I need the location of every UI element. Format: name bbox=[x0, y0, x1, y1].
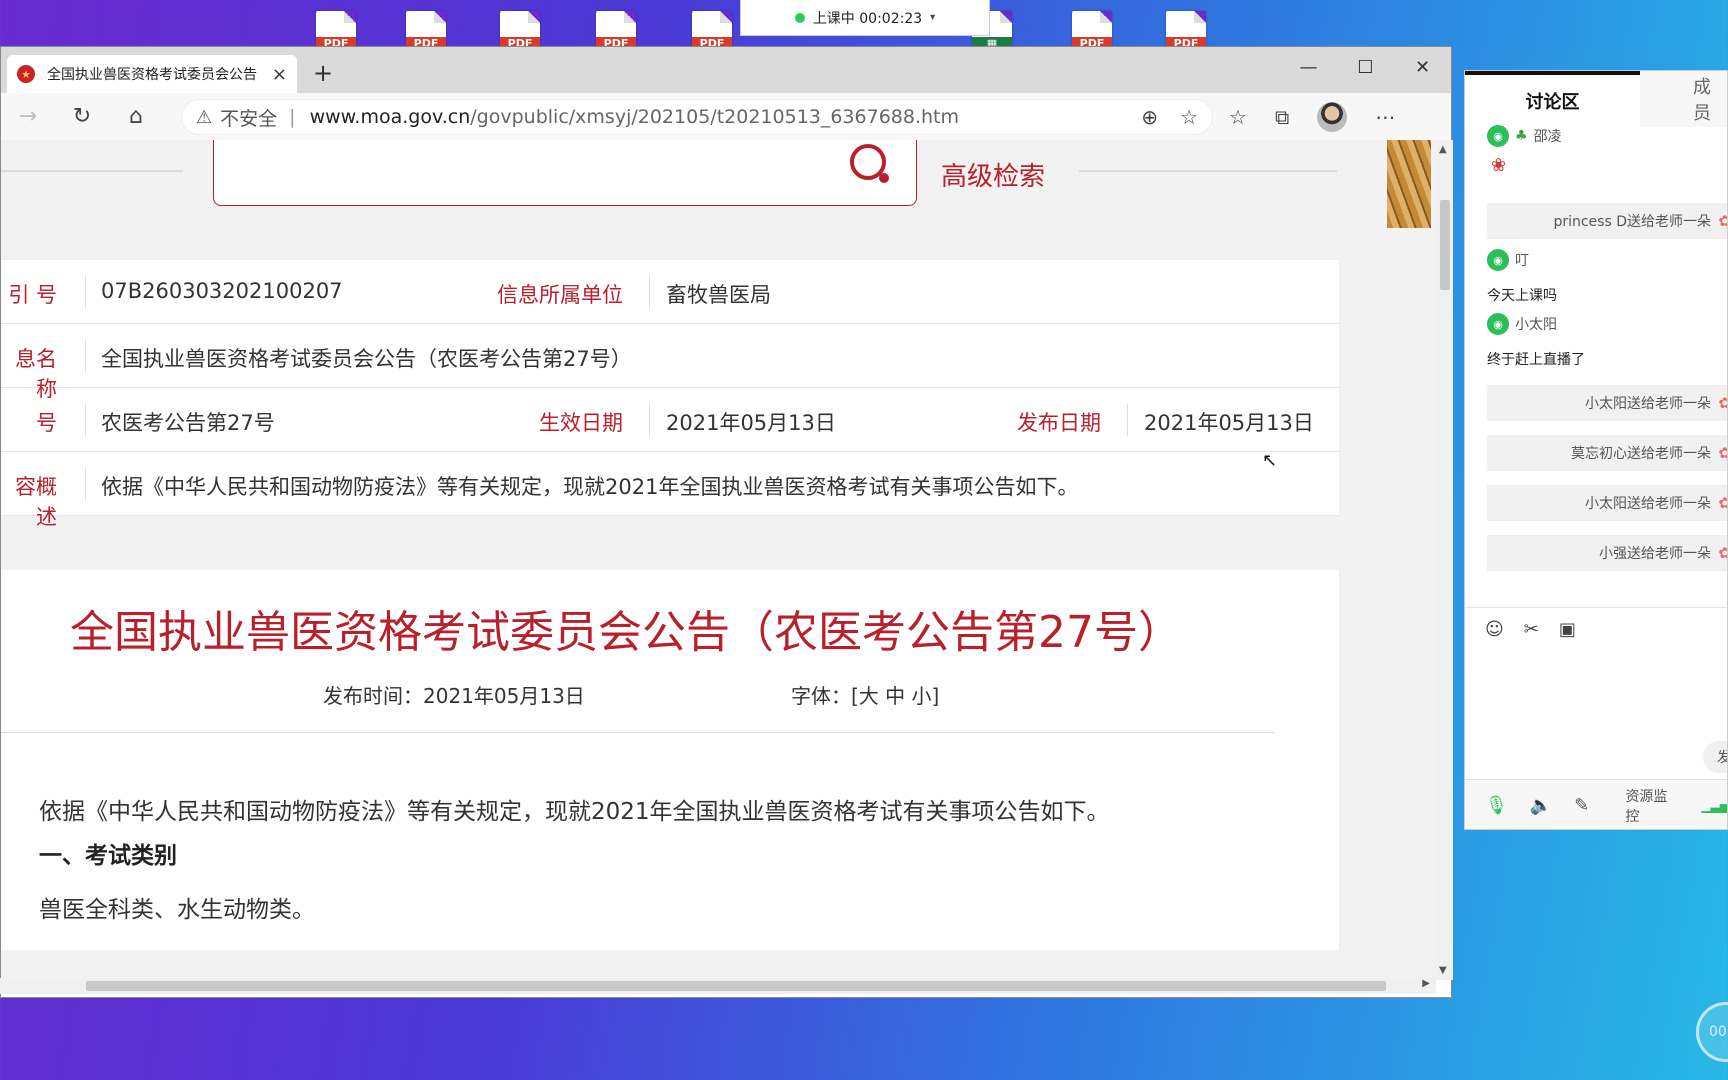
article-title: 全国执业兽医资格考试委员会公告（农医考公告第27号） bbox=[70, 607, 1182, 658]
gift-message: princess D送给老师一朵✿ bbox=[1487, 203, 1727, 239]
chat-tools: ☺ ✂ ▣ bbox=[1485, 619, 1576, 640]
wechat-icon: ◉ bbox=[1487, 125, 1509, 147]
minimize-icon[interactable]: — bbox=[1280, 47, 1337, 87]
desktop-pdf-file-6[interactable]: PDF bbox=[1072, 11, 1112, 51]
scroll-down-icon[interactable]: ▼ bbox=[1439, 965, 1447, 976]
profile-avatar[interactable] bbox=[1317, 102, 1348, 132]
brush-icon[interactable]: ✎ bbox=[1574, 795, 1589, 816]
search-icon[interactable] bbox=[848, 142, 894, 188]
close-window-icon[interactable]: ✕ bbox=[1394, 47, 1451, 87]
gift-message: 小太阳送给老师一朵✿ bbox=[1487, 485, 1727, 521]
scrollbar-thumb[interactable] bbox=[86, 981, 1386, 991]
desktop-pdf-file-1[interactable]: PDF bbox=[316, 11, 356, 51]
info-row-summary: 容概述 依据《中华人民共和国动物防疫法》等有关规定，现就2021年全国执业兽医资… bbox=[1, 452, 1339, 529]
scissors-icon[interactable]: ✂ bbox=[1524, 619, 1539, 640]
browser-toolbar: → ↻ ⌂ ⚠ 不安全 | www.moa.gov.cn/govpublic/x… bbox=[1, 93, 1451, 141]
tab-discussion[interactable]: 讨论区 bbox=[1465, 71, 1640, 127]
scroll-up-icon[interactable]: ▲ bbox=[1439, 144, 1447, 155]
maximize-icon[interactable]: ☐ bbox=[1337, 47, 1394, 87]
article-paragraph: 兽医全科类、水生动物类。 bbox=[39, 897, 315, 923]
info-row-name: 息名称 全国执业兽医资格考试委员会公告（农医考公告第27号） bbox=[1, 324, 1339, 401]
article-heading: 一、考试类别 bbox=[39, 843, 177, 869]
clover-icon: ♣ bbox=[1515, 128, 1528, 144]
wheat-banner-image bbox=[1387, 140, 1431, 228]
live-status-dot bbox=[794, 12, 805, 23]
tab-title: 全国执业兽医资格考试委员会公告 bbox=[47, 67, 257, 83]
message-text: 今天上课吗 bbox=[1487, 288, 1557, 304]
collections-icon[interactable]: ⧉ bbox=[1275, 105, 1289, 129]
chevron-down-icon[interactable]: ▾ bbox=[930, 12, 935, 23]
scrollbar-thumb[interactable] bbox=[1440, 200, 1450, 290]
new-tab-button[interactable]: + bbox=[313, 59, 333, 87]
search-row: 高级检索 bbox=[1, 140, 1431, 258]
page-content: 高级检索 引 号 07B260303202100207 信息所属单位 畜牧兽医局… bbox=[1, 140, 1437, 980]
message-sender: ◉ 叮 bbox=[1487, 249, 1529, 271]
more-menu-icon[interactable]: ⋯ bbox=[1375, 105, 1395, 129]
message-sender: ◉ ♣ 邵凌 bbox=[1487, 125, 1562, 147]
class-timer-text: 上课中 00:02:23 bbox=[812, 10, 923, 27]
vertical-scrollbar[interactable]: ▲ ▼ bbox=[1437, 140, 1453, 980]
wechat-icon: ◉ bbox=[1487, 249, 1509, 271]
favorites-icon[interactable]: ☆ bbox=[1229, 105, 1247, 129]
home-icon[interactable]: ⌂ bbox=[109, 93, 163, 141]
rose-icon: ❀ bbox=[1491, 155, 1507, 176]
desktop-pdf-file-5[interactable]: PDF bbox=[692, 11, 732, 51]
speaker-icon[interactable]: 🔈 bbox=[1530, 795, 1552, 816]
info-table: 引 号 07B260303202100207 信息所属单位 畜牧兽医局 息名称 … bbox=[1, 260, 1339, 529]
mouse-cursor-icon: ↖ bbox=[1262, 450, 1278, 471]
class-timer[interactable]: 上课中 00:02:23 ▾ bbox=[740, 0, 990, 36]
font-size-selector[interactable]: 字体：[大 中 小] bbox=[791, 680, 939, 709]
scroll-right-icon[interactable]: ▶ bbox=[1422, 978, 1430, 989]
desktop-pdf-file-7[interactable]: PDF bbox=[1166, 11, 1206, 51]
info-row-index: 引 号 07B260303202100207 信息所属单位 畜牧兽医局 bbox=[1, 260, 1339, 324]
emoji-icon[interactable]: ☺ bbox=[1485, 619, 1504, 640]
desktop-pdf-file-4[interactable]: PDF bbox=[596, 11, 636, 51]
gift-message: 莫忘初心送给老师一朵✿ bbox=[1487, 435, 1727, 471]
gift-message: 小太阳送给老师一朵✿ bbox=[1487, 385, 1727, 421]
flower-icon: ✿ bbox=[1718, 544, 1727, 562]
tab-bar: ★ 全国执业兽医资格考试委员会公告 × + — ☐ ✕ bbox=[1, 47, 1451, 93]
microphone-icon[interactable]: 🎙 bbox=[1485, 795, 1508, 816]
info-row-number: 号 农医考公告第27号 生效日期 2021年05月13日 发布日期 2021年0… bbox=[1, 388, 1339, 452]
insecure-label: 不安全 bbox=[220, 107, 278, 130]
flower-icon: ✿ bbox=[1718, 444, 1727, 462]
url-text[interactable]: www.moa.gov.cn/govpublic/xmsyj/202105/t2… bbox=[310, 106, 959, 128]
window-controls: — ☐ ✕ bbox=[1280, 47, 1451, 87]
gift-message: 小强送给老师一朵✿ bbox=[1487, 535, 1727, 571]
horizontal-scrollbar[interactable]: ▶ bbox=[0, 978, 1436, 994]
flower-icon: ✿ bbox=[1718, 212, 1727, 230]
signal-bars-icon: ▁▃▅ bbox=[1701, 798, 1728, 813]
forward-icon[interactable]: → bbox=[1, 93, 55, 141]
close-tab-icon[interactable]: × bbox=[272, 64, 287, 85]
national-emblem-icon: ★ bbox=[17, 65, 35, 83]
wechat-icon: ◉ bbox=[1487, 313, 1509, 335]
message-text: 终于赶上直播了 bbox=[1487, 352, 1585, 368]
send-button[interactable]: 发 bbox=[1703, 741, 1727, 773]
article-paragraph: 依据《中华人民共和国动物防疫法》等有关规定，现就2021年全国执业兽医资格考试有… bbox=[39, 799, 1110, 825]
desktop-pdf-file-2[interactable]: PDF bbox=[406, 11, 446, 51]
zoom-icon[interactable]: ⊕ bbox=[1141, 105, 1158, 129]
message-sender: ◉ 小太阳 bbox=[1487, 313, 1557, 335]
panel-status-bar: 🎙 🔈 ✎ 资源监控 ▁▃▅ bbox=[1465, 779, 1728, 829]
image-icon[interactable]: ▣ bbox=[1559, 619, 1576, 640]
refresh-icon[interactable]: ↻ bbox=[55, 93, 109, 141]
add-favorite-icon[interactable]: ☆ bbox=[1180, 105, 1198, 129]
tab-members[interactable]: 成员 bbox=[1693, 71, 1727, 127]
resource-monitor-label[interactable]: 资源监控 bbox=[1625, 786, 1679, 826]
desktop-pdf-file-3[interactable]: PDF bbox=[500, 11, 540, 51]
advanced-search-link[interactable]: 高级检索 bbox=[941, 156, 1045, 193]
article-body: 全国执业兽医资格考试委员会公告（农医考公告第27号） 发布时间：2021年05月… bbox=[1, 570, 1339, 950]
discussion-panel: 讨论区 成员 ◉ ♣ 邵凌 ❀ princess D送给老师一朵✿ ◉ 叮 今天… bbox=[1464, 70, 1728, 830]
floating-timer[interactable]: 00: bbox=[1696, 1002, 1728, 1062]
flower-icon: ✿ bbox=[1718, 394, 1727, 412]
flower-icon: ✿ bbox=[1718, 494, 1727, 512]
browser-tab-active[interactable]: ★ 全国执业兽医资格考试委员会公告 × bbox=[7, 55, 297, 93]
publish-time: 发布时间：2021年05月13日 bbox=[323, 684, 585, 708]
site-search-input[interactable] bbox=[213, 140, 917, 206]
address-bar[interactable]: ⚠ 不安全 | www.moa.gov.cn/govpublic/xmsyj/2… bbox=[181, 99, 1213, 135]
warning-icon: ⚠ bbox=[196, 106, 213, 128]
